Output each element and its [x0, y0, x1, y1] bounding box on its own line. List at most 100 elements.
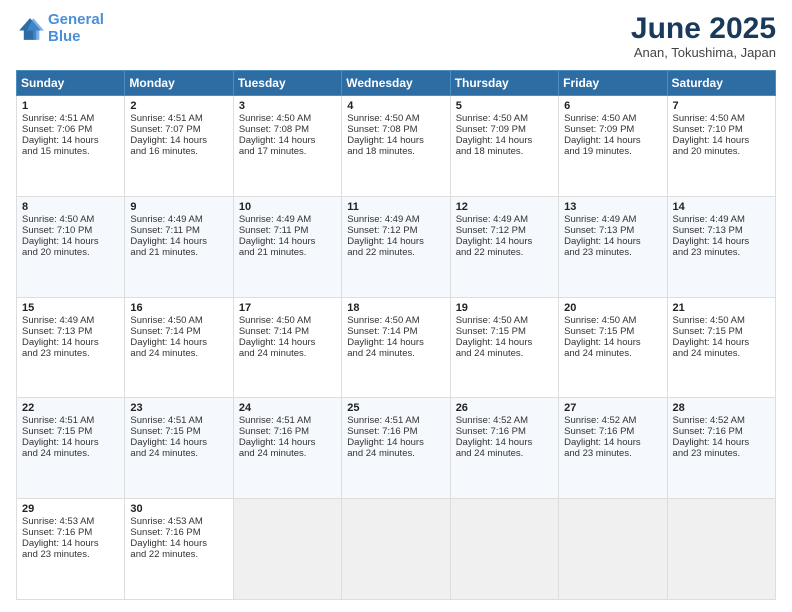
daylight-text: Daylight: 14 hours — [456, 437, 533, 448]
calendar-cell: 16Sunrise: 4:50 AMSunset: 7:14 PMDayligh… — [125, 297, 233, 398]
daylight-minutes-text: and 23 minutes. — [564, 247, 632, 258]
calendar-cell: 23Sunrise: 4:51 AMSunset: 7:15 PMDayligh… — [125, 398, 233, 499]
calendar-cell: 1Sunrise: 4:51 AMSunset: 7:06 PMDaylight… — [17, 96, 125, 197]
sunset-text: Sunset: 7:06 PM — [22, 124, 92, 135]
sunrise-text: Sunrise: 4:52 AM — [456, 415, 528, 426]
daylight-text: Daylight: 14 hours — [130, 337, 207, 348]
sunrise-text: Sunrise: 4:50 AM — [239, 315, 311, 326]
daylight-minutes-text: and 24 minutes. — [564, 348, 632, 359]
sunrise-text: Sunrise: 4:51 AM — [22, 415, 94, 426]
sunset-text: Sunset: 7:13 PM — [22, 326, 92, 337]
sunrise-text: Sunrise: 4:50 AM — [347, 315, 419, 326]
sunset-text: Sunset: 7:08 PM — [239, 124, 309, 135]
daylight-minutes-text: and 24 minutes. — [239, 348, 307, 359]
calendar-cell: 21Sunrise: 4:50 AMSunset: 7:15 PMDayligh… — [667, 297, 775, 398]
day-number: 21 — [673, 302, 771, 314]
calendar-cell — [342, 499, 450, 600]
daylight-text: Daylight: 14 hours — [130, 538, 207, 549]
day-number: 14 — [673, 201, 771, 213]
calendar-cell: 3Sunrise: 4:50 AMSunset: 7:08 PMDaylight… — [233, 96, 341, 197]
daylight-text: Daylight: 14 hours — [22, 236, 99, 247]
title-block: June 2025 Anan, Tokushima, Japan — [631, 12, 776, 60]
day-number: 20 — [564, 302, 662, 314]
page: General Blue June 2025 Anan, Tokushima, … — [0, 0, 792, 612]
daylight-text: Daylight: 14 hours — [673, 236, 750, 247]
daylight-text: Daylight: 14 hours — [456, 236, 533, 247]
daylight-text: Daylight: 14 hours — [347, 236, 424, 247]
day-number: 13 — [564, 201, 662, 213]
calendar-cell — [233, 499, 341, 600]
sunrise-text: Sunrise: 4:50 AM — [673, 113, 745, 124]
sunrise-text: Sunrise: 4:50 AM — [564, 113, 636, 124]
calendar-cell: 29Sunrise: 4:53 AMSunset: 7:16 PMDayligh… — [17, 499, 125, 600]
sunrise-text: Sunrise: 4:51 AM — [239, 415, 311, 426]
daylight-minutes-text: and 23 minutes. — [564, 448, 632, 459]
daylight-minutes-text: and 16 minutes. — [130, 146, 198, 157]
sunrise-text: Sunrise: 4:51 AM — [130, 113, 202, 124]
sunrise-text: Sunrise: 4:51 AM — [347, 415, 419, 426]
calendar-cell — [667, 499, 775, 600]
day-number: 30 — [130, 503, 228, 515]
daylight-minutes-text: and 21 minutes. — [239, 247, 307, 258]
sunset-text: Sunset: 7:16 PM — [22, 527, 92, 538]
sunrise-text: Sunrise: 4:50 AM — [239, 113, 311, 124]
daylight-text: Daylight: 14 hours — [347, 337, 424, 348]
daylight-minutes-text: and 23 minutes. — [22, 348, 90, 359]
sunset-text: Sunset: 7:09 PM — [456, 124, 526, 135]
sunset-text: Sunset: 7:15 PM — [564, 326, 634, 337]
sunrise-text: Sunrise: 4:49 AM — [456, 214, 528, 225]
sunset-text: Sunset: 7:13 PM — [673, 225, 743, 236]
calendar-cell: 6Sunrise: 4:50 AMSunset: 7:09 PMDaylight… — [559, 96, 667, 197]
daylight-minutes-text: and 18 minutes. — [347, 146, 415, 157]
col-header-thursday: Thursday — [450, 71, 558, 96]
day-number: 28 — [673, 402, 771, 414]
daylight-minutes-text: and 24 minutes. — [22, 448, 90, 459]
sunrise-text: Sunrise: 4:51 AM — [130, 415, 202, 426]
day-number: 8 — [22, 201, 120, 213]
calendar-cell — [450, 499, 558, 600]
day-number: 6 — [564, 100, 662, 112]
sunset-text: Sunset: 7:15 PM — [22, 426, 92, 437]
calendar-cell: 20Sunrise: 4:50 AMSunset: 7:15 PMDayligh… — [559, 297, 667, 398]
logo-text: General Blue — [48, 12, 104, 45]
sunrise-text: Sunrise: 4:50 AM — [456, 113, 528, 124]
calendar-cell: 13Sunrise: 4:49 AMSunset: 7:13 PMDayligh… — [559, 196, 667, 297]
daylight-text: Daylight: 14 hours — [22, 538, 99, 549]
col-header-tuesday: Tuesday — [233, 71, 341, 96]
daylight-minutes-text: and 24 minutes. — [347, 448, 415, 459]
daylight-text: Daylight: 14 hours — [347, 437, 424, 448]
daylight-text: Daylight: 14 hours — [564, 135, 641, 146]
daylight-minutes-text: and 19 minutes. — [564, 146, 632, 157]
daylight-text: Daylight: 14 hours — [22, 135, 99, 146]
daylight-minutes-text: and 22 minutes. — [347, 247, 415, 258]
sunset-text: Sunset: 7:13 PM — [564, 225, 634, 236]
sunrise-text: Sunrise: 4:50 AM — [130, 315, 202, 326]
sunrise-text: Sunrise: 4:53 AM — [130, 516, 202, 527]
daylight-text: Daylight: 14 hours — [564, 337, 641, 348]
sunrise-text: Sunrise: 4:49 AM — [564, 214, 636, 225]
day-number: 11 — [347, 201, 445, 213]
sunrise-text: Sunrise: 4:49 AM — [239, 214, 311, 225]
day-number: 2 — [130, 100, 228, 112]
sunset-text: Sunset: 7:16 PM — [239, 426, 309, 437]
calendar-cell: 12Sunrise: 4:49 AMSunset: 7:12 PMDayligh… — [450, 196, 558, 297]
sunrise-text: Sunrise: 4:49 AM — [673, 214, 745, 225]
calendar-cell: 10Sunrise: 4:49 AMSunset: 7:11 PMDayligh… — [233, 196, 341, 297]
daylight-minutes-text: and 24 minutes. — [673, 348, 741, 359]
daylight-minutes-text: and 20 minutes. — [22, 247, 90, 258]
daylight-minutes-text: and 24 minutes. — [239, 448, 307, 459]
calendar-table: SundayMondayTuesdayWednesdayThursdayFrid… — [16, 70, 776, 600]
day-number: 15 — [22, 302, 120, 314]
day-number: 16 — [130, 302, 228, 314]
sunset-text: Sunset: 7:14 PM — [239, 326, 309, 337]
calendar-cell: 19Sunrise: 4:50 AMSunset: 7:15 PMDayligh… — [450, 297, 558, 398]
sunset-text: Sunset: 7:07 PM — [130, 124, 200, 135]
main-title: June 2025 — [631, 12, 776, 45]
sunset-text: Sunset: 7:16 PM — [456, 426, 526, 437]
daylight-text: Daylight: 14 hours — [130, 135, 207, 146]
sunset-text: Sunset: 7:16 PM — [347, 426, 417, 437]
daylight-minutes-text: and 24 minutes. — [456, 448, 524, 459]
daylight-text: Daylight: 14 hours — [564, 437, 641, 448]
sunset-text: Sunset: 7:16 PM — [130, 527, 200, 538]
calendar-cell: 24Sunrise: 4:51 AMSunset: 7:16 PMDayligh… — [233, 398, 341, 499]
